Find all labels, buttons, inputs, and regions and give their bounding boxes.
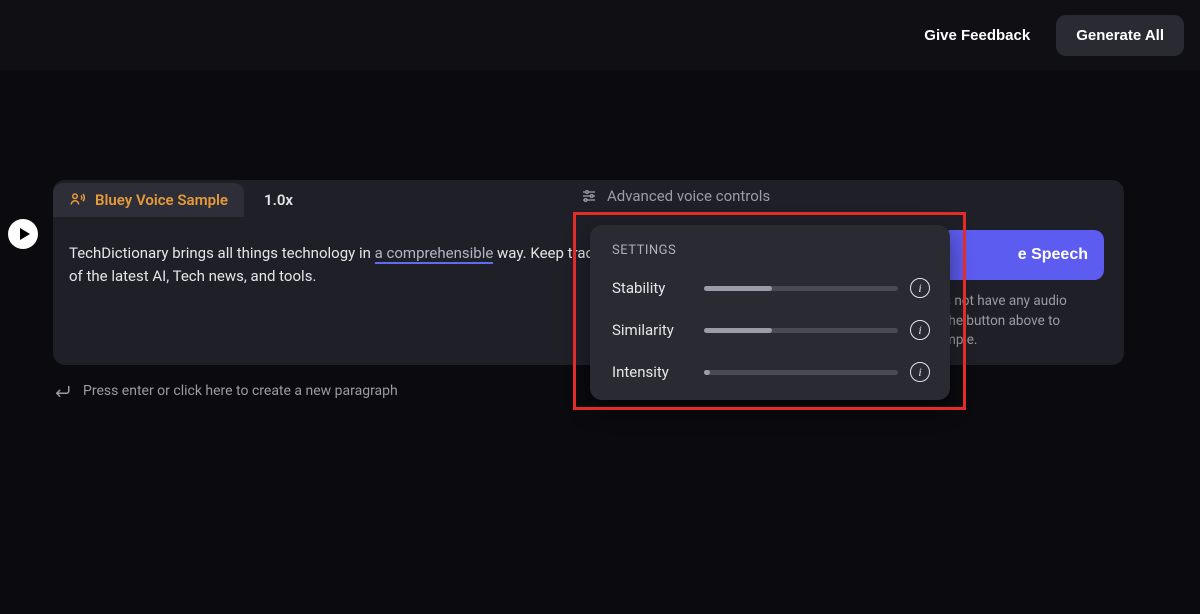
notice-line-2: the button above to (944, 312, 1104, 332)
notice-line-1: s not have any audio (944, 292, 1104, 312)
paragraph-pre: TechDictionary brings all things technol… (69, 244, 375, 262)
audio-notice: s not have any audio the button above to… (944, 292, 1104, 351)
info-icon[interactable]: i (910, 362, 930, 382)
new-paragraph-hint[interactable]: Press enter or click here to create a ne… (53, 383, 398, 399)
settings-popover: SETTINGS Stability i Similarity i Intens… (590, 225, 950, 400)
similarity-row: Similarity i (612, 320, 930, 340)
info-icon[interactable]: i (910, 278, 930, 298)
similarity-label: Similarity (612, 321, 692, 339)
stability-label: Stability (612, 279, 692, 297)
stability-slider[interactable] (704, 286, 898, 291)
voice-sample-tab[interactable]: Bluey Voice Sample (53, 183, 244, 217)
generate-speech-button[interactable]: e Speech (941, 230, 1104, 280)
paragraph-underlined: a comprehensible (375, 244, 494, 264)
paragraph-text[interactable]: TechDictionary brings all things technol… (53, 220, 623, 287)
intensity-row: Intensity i (612, 362, 930, 382)
intensity-fill (704, 370, 710, 375)
new-paragraph-label: Press enter or click here to create a ne… (83, 383, 398, 399)
sliders-icon (581, 188, 597, 204)
advanced-controls-label: Advanced voice controls (607, 187, 770, 205)
intensity-label: Intensity (612, 363, 692, 381)
intensity-slider[interactable] (704, 370, 898, 375)
similarity-fill (704, 328, 772, 333)
play-icon (20, 228, 30, 240)
settings-title: SETTINGS (612, 243, 930, 258)
play-button[interactable] (8, 219, 38, 249)
similarity-slider[interactable] (704, 328, 898, 333)
give-feedback-button[interactable]: Give Feedback (910, 17, 1044, 54)
voice-tab-label: Bluey Voice Sample (95, 191, 228, 209)
stability-row: Stability i (612, 278, 930, 298)
stability-fill (704, 286, 772, 291)
generate-all-button[interactable]: Generate All (1056, 15, 1184, 56)
content-area: Bluey Voice Sample 1.0x Advanced voice c… (0, 70, 1200, 110)
voice-block: Bluey Voice Sample 1.0x Advanced voice c… (53, 180, 1124, 365)
advanced-voice-controls-toggle[interactable]: Advanced voice controls (581, 187, 770, 205)
top-bar: Give Feedback Generate All (0, 0, 1200, 70)
info-icon[interactable]: i (910, 320, 930, 340)
tab-bar: Bluey Voice Sample 1.0x Advanced voice c… (53, 180, 1124, 220)
notice-line-3: mple. (944, 331, 1104, 351)
playback-speed[interactable]: 1.0x (244, 191, 293, 209)
enter-icon (53, 384, 71, 398)
voice-icon (69, 191, 87, 209)
